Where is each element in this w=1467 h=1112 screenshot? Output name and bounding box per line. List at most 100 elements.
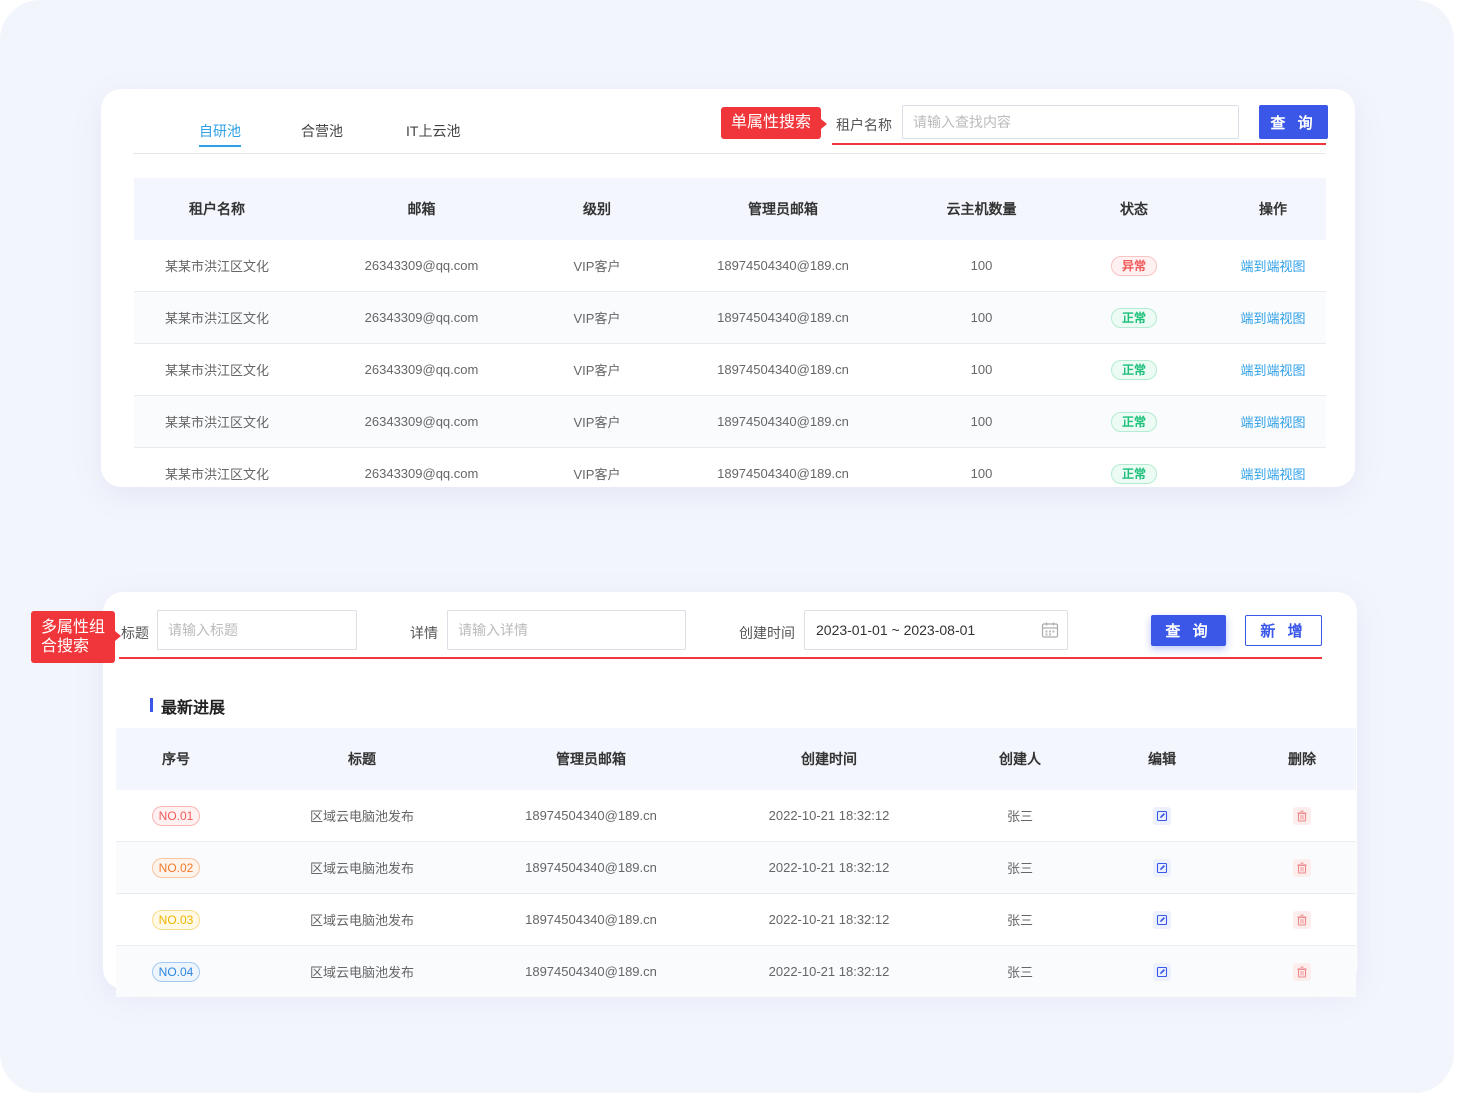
cell-status: 异常 xyxy=(1048,240,1220,292)
cell-tenant: 某某市洪江区文化 xyxy=(134,343,300,396)
e2e-view-link[interactable]: 端到端视图 xyxy=(1240,311,1305,326)
edit-icon[interactable] xyxy=(1153,858,1171,877)
progress-query-button[interactable]: 查 询 xyxy=(1151,615,1226,646)
cell-admin-email: 18974504340@189.cn xyxy=(651,395,915,448)
tab-self-dev-pool[interactable]: 自研池 xyxy=(199,121,241,147)
cell-created: 2022-10-21 18:32:12 xyxy=(694,790,964,842)
e2e-view-link[interactable]: 端到端视图 xyxy=(1240,363,1305,378)
cell-admin-email: 18974504340@189.cn xyxy=(717,466,849,481)
cell-title: 区域云电脑池发布 xyxy=(236,945,488,997)
cell-admin-email: 18974504340@189.cn xyxy=(488,893,694,946)
column-header: 标题 xyxy=(236,728,488,790)
edit-icon[interactable] xyxy=(1153,962,1171,981)
cell-status: 正常 xyxy=(1048,291,1220,344)
trash-icon[interactable] xyxy=(1293,806,1311,825)
date-range-picker[interactable]: 2023-01-01 ~ 2023-08-01 xyxy=(804,610,1068,650)
cell-level: VIP客户 xyxy=(543,395,651,448)
status-badge: 正常 xyxy=(1110,359,1157,380)
edit-icon[interactable] xyxy=(1153,806,1171,825)
column-header: 创建人 xyxy=(964,728,1076,790)
progress-table: 序号 标题 管理员邮箱 创建时间 创建人 编辑 删除 NO.01 区域云电脑池发布 189745… xyxy=(116,728,1356,997)
table-row: 某某市洪江区文化 26343309@qq.com VIP客户 18974504340@… xyxy=(134,240,1326,292)
cell-action: 端到端视图 xyxy=(1220,395,1326,448)
cell-action: 端到端视图 xyxy=(1220,448,1326,500)
column-header: 管理员邮箱 xyxy=(488,728,694,790)
add-button[interactable]: 新 增 xyxy=(1245,615,1322,646)
e2e-view-link[interactable]: 端到端视图 xyxy=(1240,415,1305,430)
annotation-text: 单属性搜索 xyxy=(731,114,812,131)
cell-edit xyxy=(1076,893,1248,946)
cell-creator: 张三 xyxy=(964,945,1076,997)
e2e-view-link[interactable]: 端到端视图 xyxy=(1240,467,1305,482)
column-header: 租户名称 xyxy=(134,178,300,240)
cell-tenant: 某某市洪江区文化 xyxy=(164,467,269,482)
cell-tenant: 某某市洪江区文化 xyxy=(134,240,300,292)
cell-creator: 张三 xyxy=(964,841,1076,894)
column-header: 管理员邮箱 xyxy=(651,178,915,240)
cell-email: 26343309@qq.com xyxy=(300,343,543,396)
column-header: 删除 xyxy=(1248,728,1356,790)
table-row: NO.01 区域云电脑池发布 18974504340@189.cn 2022-10-2… xyxy=(116,790,1356,842)
column-header: 编辑 xyxy=(1076,728,1248,790)
cell-edit xyxy=(1076,841,1248,894)
tenant-search-input[interactable] xyxy=(902,105,1239,139)
detail-filter-input[interactable] xyxy=(447,610,686,650)
table-row: NO.02 区域云电脑池发布 18974504340@189.cn 2022-10-2… xyxy=(116,841,1356,894)
cell-vm-count: 100 xyxy=(915,343,1048,396)
tenant-name-label: 租户名称 xyxy=(836,117,892,133)
tab-joint-pool[interactable]: 合营池 xyxy=(301,121,343,141)
column-header: 创建时间 xyxy=(694,728,964,790)
section-title-bar xyxy=(150,698,153,712)
cell-admin-email: 18974504340@189.cn xyxy=(488,790,694,842)
cell-no: NO.04 xyxy=(116,945,236,997)
created-time-label: 创建时间 xyxy=(739,625,795,641)
table-row: 某某市洪江区文化 26343309@qq.com VIP客户 18974504340@… xyxy=(134,448,1326,500)
tab-it-cloud-pool[interactable]: IT上云池 xyxy=(406,121,460,141)
cell-delete xyxy=(1248,945,1356,997)
cell-status: 正常 xyxy=(1048,343,1220,396)
table-row: 某某市洪江区文化 26343309@qq.com VIP客户 18974504340@… xyxy=(134,343,1326,396)
section-title: 最新进展 xyxy=(161,700,226,717)
cell-title: 区域云电脑池发布 xyxy=(236,893,488,946)
cell-tenant: 某某市洪江区文化 xyxy=(134,395,300,448)
cell-delete xyxy=(1248,790,1356,842)
cell-delete xyxy=(1248,893,1356,946)
status-badge: 正常 xyxy=(1110,463,1157,484)
cell-creator: 张三 xyxy=(964,790,1076,842)
status-badge: 正常 xyxy=(1110,307,1157,328)
date-range-value: 2023-01-01 ~ 2023-08-01 xyxy=(816,622,976,638)
cell-title: 区域云电脑池发布 xyxy=(236,841,488,894)
e2e-view-link[interactable]: 端到端视图 xyxy=(1240,259,1305,274)
row-number-badge: NO.03 xyxy=(151,909,201,930)
filter-underline xyxy=(119,657,1322,659)
column-header: 邮箱 xyxy=(300,178,543,240)
cell-vm-count: 100 xyxy=(970,466,993,481)
cell-admin-email: 18974504340@189.cn xyxy=(651,343,915,396)
cell-level: VIP客户 xyxy=(543,291,651,344)
cell-admin-email: 18974504340@189.cn xyxy=(651,291,915,344)
column-header: 序号 xyxy=(116,728,236,790)
cell-status: 正常 xyxy=(1048,395,1220,448)
table-row: NO.04 区域云电脑池发布 18974504340@189.cn 2022-10-2… xyxy=(116,945,1356,997)
tenant-query-button[interactable]: 查 询 xyxy=(1259,105,1328,139)
edit-icon[interactable] xyxy=(1153,910,1171,929)
cell-level: VIP客户 xyxy=(543,240,651,292)
title-filter-input[interactable] xyxy=(157,610,357,650)
row-number-badge: NO.01 xyxy=(151,805,201,826)
column-header: 状态 xyxy=(1048,178,1220,240)
cell-no: NO.02 xyxy=(116,841,236,894)
annotation-text: 多属性组合搜索 xyxy=(41,619,106,655)
column-header: 级别 xyxy=(543,178,651,240)
cell-email: 26343309@qq.com xyxy=(300,395,543,448)
cell-email: 26343309@qq.com xyxy=(300,291,543,344)
trash-icon[interactable] xyxy=(1293,910,1311,929)
cell-level: VIP客户 xyxy=(543,343,651,396)
section-header xyxy=(116,680,1356,728)
cell-no: NO.01 xyxy=(116,790,236,842)
trash-icon[interactable] xyxy=(1293,858,1311,877)
annotation-arrow xyxy=(821,119,828,129)
cell-action: 端到端视图 xyxy=(1220,291,1326,344)
single-search-annotation: 单属性搜索 xyxy=(721,107,828,139)
cell-title: 区域云电脑池发布 xyxy=(236,790,488,842)
trash-icon[interactable] xyxy=(1293,962,1311,981)
